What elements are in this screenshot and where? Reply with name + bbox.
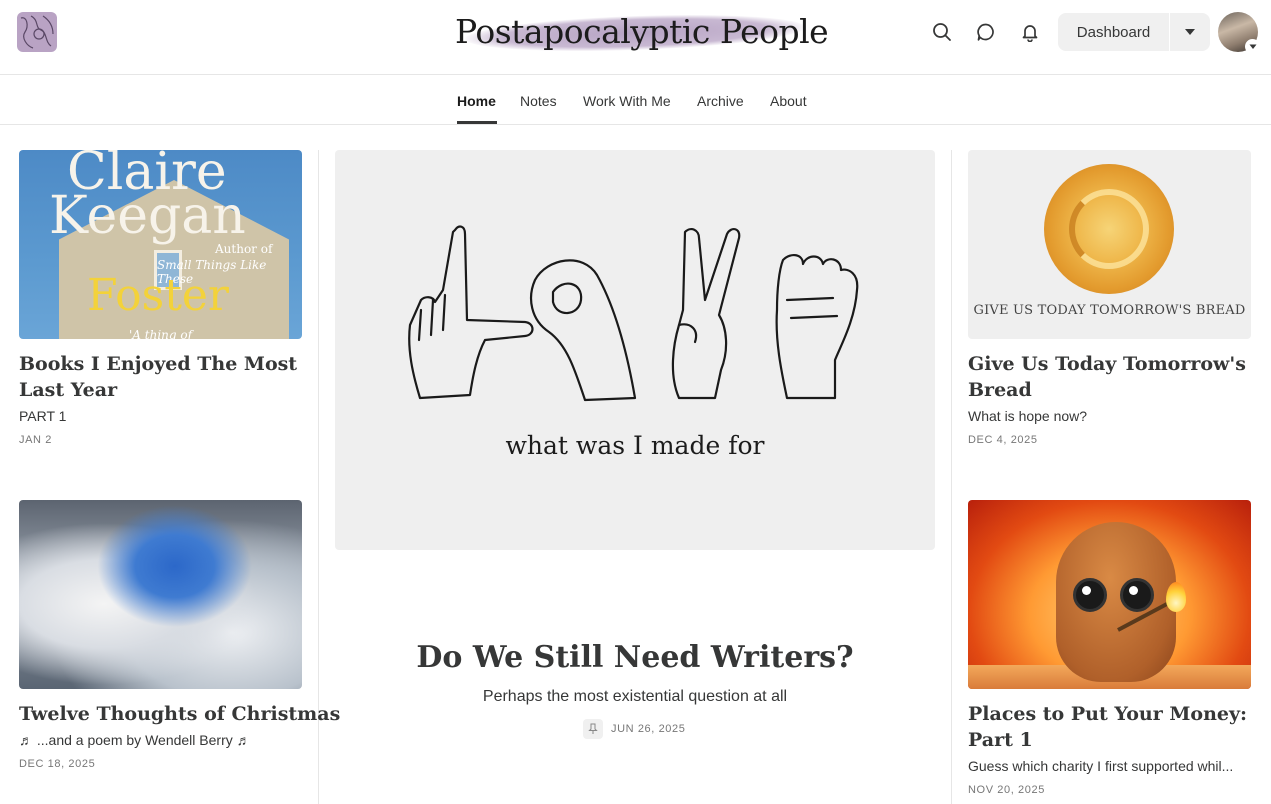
bread-image-caption: GIVE US TODAY TOMORROW'S BREAD bbox=[973, 303, 1246, 318]
post-date: JAN 2 bbox=[19, 434, 52, 446]
post-title[interactable]: Books I Enjoyed The Most Last Year bbox=[19, 351, 309, 403]
top-bar: Postapocalyptic People Dashboard bbox=[0, 0, 1271, 75]
featured-image-caption: what was I made for bbox=[505, 431, 765, 460]
post-subtitle: ♬ ...and a poem by Wendell Berry ♬ bbox=[19, 732, 251, 748]
pin-icon bbox=[583, 719, 603, 739]
cookie-swirl bbox=[1069, 189, 1149, 269]
post-title[interactable]: Twelve Thoughts of Christmas bbox=[19, 701, 340, 727]
featured-post-title[interactable]: Do We Still Need Writers? bbox=[335, 640, 935, 675]
post-thumbnail-book-cover[interactable]: Claire Keegan Author of Small Things Lik… bbox=[19, 150, 302, 339]
nav-tab-about[interactable]: About bbox=[770, 93, 807, 109]
post-subtitle: PART 1 bbox=[19, 408, 67, 424]
post-date: JUN 26, 2025 bbox=[611, 723, 686, 735]
featured-post-subtitle: Perhaps the most existential question at… bbox=[482, 688, 788, 705]
column-divider bbox=[951, 150, 952, 804]
cover-book-title: Foster bbox=[87, 270, 229, 321]
nav-tab-archive[interactable]: Archive bbox=[697, 93, 744, 109]
potato-eye bbox=[1073, 578, 1107, 612]
nav-tab-work-with-me[interactable]: Work With Me bbox=[583, 93, 671, 109]
publication-name: Postapocalyptic People bbox=[455, 12, 829, 51]
post-subtitle: Guess which charity I first supported wh… bbox=[968, 758, 1234, 774]
potato-eye bbox=[1120, 578, 1154, 612]
dashboard-button[interactable]: Dashboard bbox=[1058, 13, 1169, 51]
avatar-menu-indicator[interactable] bbox=[1245, 39, 1260, 54]
dashboard-button-label: Dashboard bbox=[1076, 23, 1151, 41]
nav-tab-notes[interactable]: Notes bbox=[520, 93, 557, 109]
featured-post-meta: JUN 26, 2025 bbox=[583, 719, 685, 739]
post-thumbnail-potato-cartoon[interactable] bbox=[968, 500, 1251, 689]
post-thumbnail-bread[interactable]: GIVE US TODAY TOMORROW'S BREAD bbox=[968, 150, 1251, 339]
featured-post-image[interactable]: what was I made for bbox=[335, 150, 935, 550]
cover-author-last: Keegan bbox=[49, 186, 246, 246]
cover-quote: 'A thing of bbox=[129, 328, 193, 339]
post-thumbnail-clouds-painting[interactable] bbox=[19, 500, 302, 689]
flame bbox=[1166, 582, 1186, 612]
dashboard-menu-toggle[interactable] bbox=[1170, 13, 1210, 51]
publication-logo[interactable] bbox=[17, 12, 57, 52]
caret-down-icon bbox=[1249, 44, 1256, 49]
search-icon[interactable] bbox=[930, 20, 954, 44]
caret-down-icon bbox=[1185, 29, 1195, 35]
cover-author-of: Author of bbox=[215, 242, 273, 256]
sign-language-hands-illustration bbox=[408, 225, 859, 402]
post-subtitle: What is hope now? bbox=[968, 408, 1088, 424]
post-date: DEC 4, 2025 bbox=[968, 434, 1038, 446]
post-date: DEC 18, 2025 bbox=[19, 758, 96, 770]
active-tab-indicator bbox=[457, 121, 497, 124]
post-date: NOV 20, 2025 bbox=[968, 784, 1045, 796]
post-title[interactable]: Give Us Today Tomorrow's Bread bbox=[968, 351, 1251, 403]
nav-tab-home[interactable]: Home bbox=[457, 93, 496, 109]
bell-icon[interactable] bbox=[1018, 20, 1042, 44]
post-title[interactable]: Places to Put Your Money: Part 1 bbox=[968, 701, 1251, 753]
chat-bubble-icon[interactable] bbox=[974, 20, 998, 44]
publication-nav: Home Notes Work With Me Archive About bbox=[0, 76, 1271, 125]
publication-wordmark[interactable]: Postapocalyptic People bbox=[455, 8, 829, 60]
